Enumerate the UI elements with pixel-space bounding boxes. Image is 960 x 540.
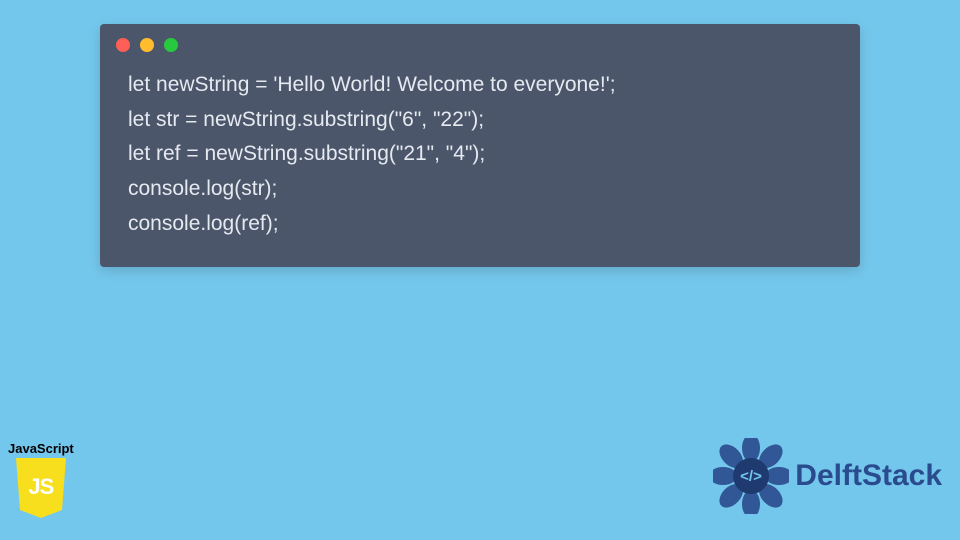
javascript-shield-icon: JS: [14, 458, 68, 518]
javascript-label: JavaScript: [8, 441, 74, 456]
javascript-badge: JavaScript JS: [8, 441, 74, 518]
code-line: let ref = newString.substring("21", "4")…: [128, 137, 832, 172]
maximize-icon[interactable]: [164, 38, 178, 52]
code-window: let newString = 'Hello World! Welcome to…: [100, 24, 860, 267]
javascript-monogram: JS: [28, 474, 53, 500]
code-line: console.log(str);: [128, 172, 832, 207]
code-glyph-icon: </>: [740, 468, 762, 485]
brand-logo: </> DelftStack: [713, 438, 942, 514]
window-titlebar: [100, 24, 860, 60]
close-icon[interactable]: [116, 38, 130, 52]
code-line: let newString = 'Hello World! Welcome to…: [128, 68, 832, 103]
code-line: let str = newString.substring("6", "22")…: [128, 103, 832, 138]
delftstack-emblem-icon: </>: [713, 438, 789, 514]
minimize-icon[interactable]: [140, 38, 154, 52]
code-line: console.log(ref);: [128, 207, 832, 242]
brand-name: DelftStack: [795, 459, 942, 493]
code-body: let newString = 'Hello World! Welcome to…: [100, 60, 860, 267]
